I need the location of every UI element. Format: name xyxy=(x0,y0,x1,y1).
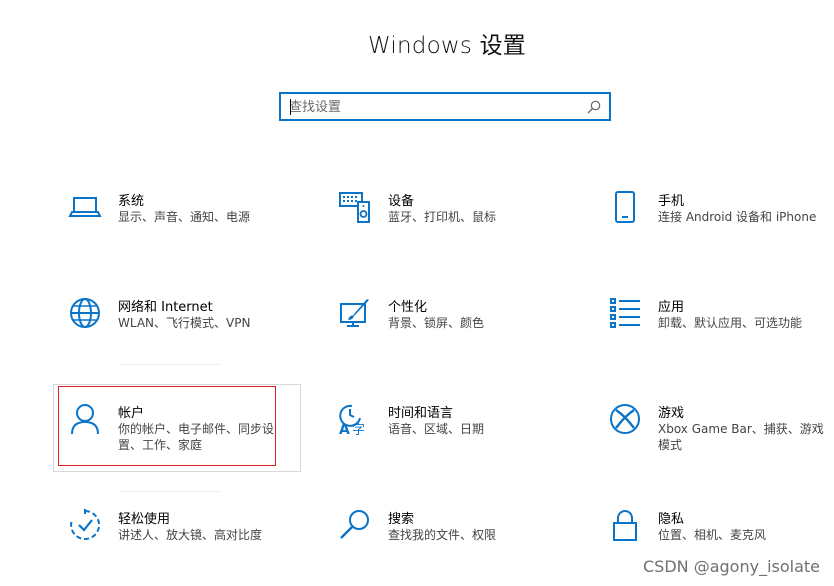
tile-personalization[interactable]: 个性化 背景、锁屏、颜色 xyxy=(326,292,566,370)
tile-description: 查找我的文件、权限 xyxy=(388,528,497,542)
phone-icon xyxy=(615,191,635,223)
tile-description: 卸载、默认应用、可选功能 xyxy=(658,316,803,330)
watermark: CSDN @agony_isolate xyxy=(643,557,820,576)
tile-phone[interactable]: 手机 连接 Android 设备和 iPhone xyxy=(596,186,834,264)
svg-text:A: A xyxy=(339,422,350,436)
text-caret xyxy=(290,99,291,115)
apps-list-icon xyxy=(610,298,640,328)
tile-devices[interactable]: 设备 蓝牙、打印机、鼠标 xyxy=(326,186,566,264)
lock-icon xyxy=(613,510,637,541)
divider xyxy=(120,491,220,492)
search-box[interactable] xyxy=(279,92,611,121)
laptop-icon xyxy=(68,197,102,217)
globe-icon xyxy=(70,298,100,328)
svg-text:字: 字 xyxy=(352,423,365,436)
tile-title: 应用 xyxy=(658,300,685,315)
tile-title: 搜索 xyxy=(388,512,415,527)
search-input[interactable] xyxy=(289,97,579,117)
xbox-icon xyxy=(610,404,640,434)
tile-description: 语音、区域、日期 xyxy=(388,422,485,436)
tile-accounts[interactable]: 帐户 你的帐户、电子邮件、同步设置、工作、家庭 xyxy=(56,398,296,476)
ease-of-access-icon xyxy=(70,509,101,540)
tile-title: 游戏 xyxy=(658,406,685,421)
tile-gaming[interactable]: 游戏 Xbox Game Bar、捕获、游戏模式 xyxy=(596,398,834,476)
tile-description: 连接 Android 设备和 iPhone xyxy=(658,210,817,224)
tile-title: 网络和 Internet xyxy=(118,300,213,315)
tile-title: 帐户 xyxy=(118,406,145,421)
tile-description: 你的帐户、电子邮件、同步设置、工作、家庭 xyxy=(118,422,275,452)
tile-description: WLAN、飞行模式、VPN xyxy=(118,316,251,330)
devices-icon xyxy=(339,192,370,223)
tile-search[interactable]: 搜索 查找我的文件、权限 xyxy=(326,504,566,582)
tile-title: 系统 xyxy=(118,194,145,209)
person-icon xyxy=(71,404,99,435)
tile-description: 显示、声音、通知、电源 xyxy=(118,210,251,224)
tile-ease-of-access[interactable]: 轻松使用 讲述人、放大镜、高对比度 xyxy=(56,504,296,582)
tile-title: 轻松使用 xyxy=(118,512,171,527)
search-icon[interactable] xyxy=(586,99,602,115)
tile-description: 背景、锁屏、颜色 xyxy=(388,316,485,330)
time-language-icon: A 字 xyxy=(339,404,365,436)
tile-title: 手机 xyxy=(658,194,685,209)
tile-time-language[interactable]: A 字 时间和语言 语音、区域、日期 xyxy=(326,398,566,476)
tile-title: 时间和语言 xyxy=(388,406,454,421)
tile-system[interactable]: 系统 显示、声音、通知、电源 xyxy=(56,186,296,264)
tile-title: 设备 xyxy=(388,194,415,209)
tile-title: 隐私 xyxy=(658,512,685,527)
search-large-icon xyxy=(340,510,369,539)
tile-title: 个性化 xyxy=(388,300,428,315)
page-title: Windows 设置 xyxy=(368,33,526,59)
tile-description: 位置、相机、麦克风 xyxy=(658,528,767,542)
tile-description: Xbox Game Bar、捕获、游戏模式 xyxy=(658,422,824,452)
tile-apps[interactable]: 应用 卸载、默认应用、可选功能 xyxy=(596,292,834,370)
settings-window: Windows 设置 系统 显示、声音、通知、电源 设备 xyxy=(0,0,834,586)
personalization-icon xyxy=(340,299,369,327)
tile-description: 蓝牙、打印机、鼠标 xyxy=(388,210,497,224)
tile-description: 讲述人、放大镜、高对比度 xyxy=(118,528,263,542)
tile-network[interactable]: 网络和 Internet WLAN、飞行模式、VPN xyxy=(56,292,296,370)
